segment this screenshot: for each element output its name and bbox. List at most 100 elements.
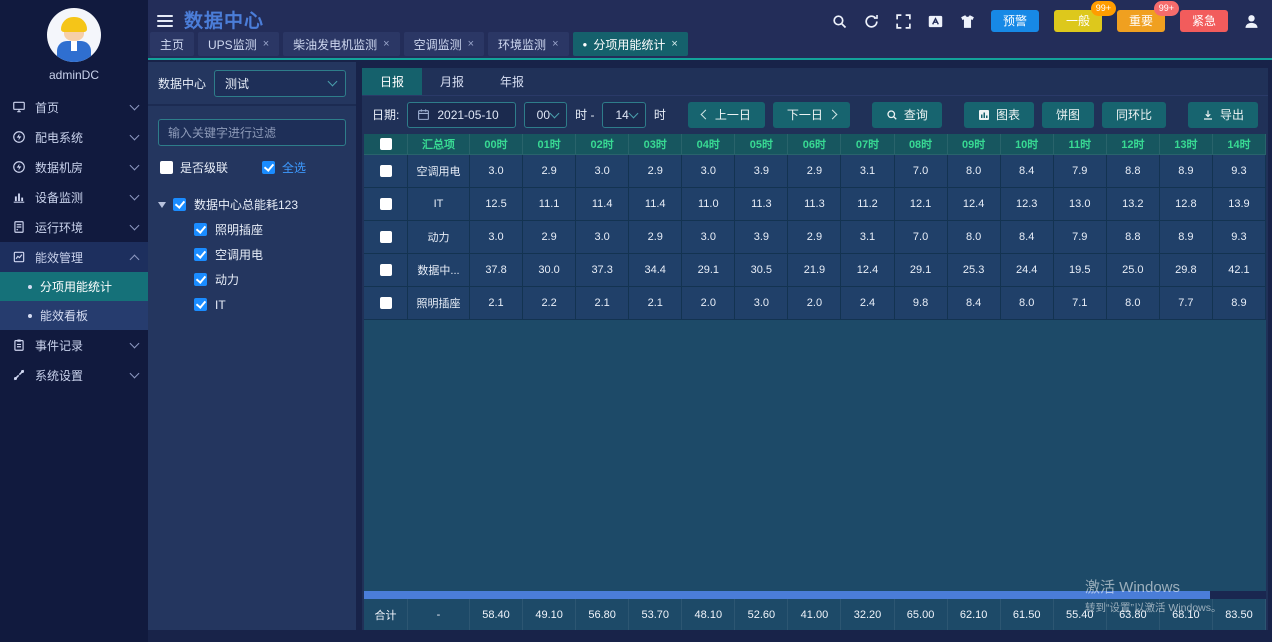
tree-node-IT[interactable]: IT xyxy=(158,292,346,317)
next-day-button[interactable]: 下一日 xyxy=(773,102,850,128)
nav-tab-柴油发电机监测[interactable]: 柴油发电机监测× xyxy=(283,32,399,56)
username: adminDC xyxy=(0,68,148,82)
report-tab-日报[interactable]: 日报 xyxy=(362,68,422,95)
search-icon xyxy=(886,109,898,121)
select-all-label[interactable]: 全选 xyxy=(282,159,306,176)
user-icon[interactable] xyxy=(1243,13,1260,30)
tree-node-checkbox[interactable] xyxy=(194,223,207,236)
tree-root-checkbox[interactable] xyxy=(173,198,186,211)
value-cell: 9.3 xyxy=(1213,155,1266,188)
value-cell: 11.4 xyxy=(576,188,629,221)
tree-node-照明插座[interactable]: 照明插座 xyxy=(158,217,346,242)
sidebar-item-配电系统[interactable]: 配电系统 xyxy=(0,122,148,152)
header-cell: 05时 xyxy=(735,134,788,155)
caret-down-icon[interactable] xyxy=(158,202,166,208)
select-all-rows-checkbox[interactable] xyxy=(380,138,392,150)
language-icon[interactable] xyxy=(927,13,944,30)
select-all-checkbox[interactable] xyxy=(262,161,275,174)
prev-day-button[interactable]: 上一日 xyxy=(688,102,765,128)
pie-button[interactable]: 饼图 xyxy=(1042,102,1094,128)
value-cell: 3.0 xyxy=(470,221,523,254)
value-cell: 3.9 xyxy=(735,155,788,188)
value-cell: 8.4 xyxy=(948,287,1001,320)
topbar: 数据中心 预警 一般 99+ 重要 99+ 紧急 主页UPS监测×柴油发 xyxy=(148,0,1272,60)
tree-root[interactable]: 数据中心总能耗123 xyxy=(158,192,346,217)
scrollbar-thumb[interactable] xyxy=(364,591,1210,599)
value-cell: 8.9 xyxy=(1160,221,1213,254)
urgent-alarm-button[interactable]: 紧急 xyxy=(1180,10,1228,32)
close-icon[interactable]: × xyxy=(263,38,269,50)
row-checkbox[interactable] xyxy=(380,231,392,243)
tree-node-checkbox[interactable] xyxy=(194,298,207,311)
general-alarm-button[interactable]: 一般 99+ xyxy=(1054,10,1102,32)
row-checkbox[interactable] xyxy=(380,264,392,276)
nav-tab-主页[interactable]: 主页 xyxy=(150,32,194,56)
sidebar-item-数据机房[interactable]: 数据机房 xyxy=(0,152,148,182)
datacenter-select[interactable]: 测试 xyxy=(214,70,346,97)
chart-button[interactable]: 图表 xyxy=(964,102,1034,128)
value-cell: 7.7 xyxy=(1160,287,1213,320)
active-dot-icon: ● xyxy=(583,40,588,49)
totals-value-cell: 41.00 xyxy=(788,599,841,630)
sidebar-item-运行环境[interactable]: 运行环境 xyxy=(0,212,148,242)
value-cell: 7.1 xyxy=(1054,287,1107,320)
chevron-up-icon xyxy=(130,254,140,264)
value-cell: 12.4 xyxy=(841,254,894,287)
report-tab-年报[interactable]: 年报 xyxy=(482,68,542,95)
calendar-icon xyxy=(417,108,430,121)
hour-to-select[interactable]: 14 xyxy=(602,102,645,128)
search-icon[interactable] xyxy=(831,13,848,30)
export-button[interactable]: 导出 xyxy=(1188,102,1258,128)
sidebar-item-系统设置[interactable]: 系统设置 xyxy=(0,360,148,390)
sidebar-item-事件记录[interactable]: 事件记录 xyxy=(0,330,148,360)
sidebar-item-首页[interactable]: 首页 xyxy=(0,92,148,122)
row-checkbox[interactable] xyxy=(380,297,392,309)
sidebar-item-能效管理[interactable]: 能效管理 xyxy=(0,242,148,272)
row-checkbox[interactable] xyxy=(380,198,392,210)
tree-node-checkbox[interactable] xyxy=(194,248,207,261)
nav-tab-空调监测[interactable]: 空调监测× xyxy=(404,32,484,56)
value-cell: 3.0 xyxy=(682,221,735,254)
sidebar-subitem-能效看板[interactable]: 能效看板 xyxy=(0,301,148,330)
datacenter-select-value: 测试 xyxy=(225,75,249,92)
refresh-icon[interactable] xyxy=(863,13,880,30)
fullscreen-icon[interactable] xyxy=(895,13,912,30)
cascade-checkbox[interactable] xyxy=(160,161,173,174)
menu-collapse-icon[interactable] xyxy=(157,15,173,27)
value-cell: 11.3 xyxy=(735,188,788,221)
bullet-icon xyxy=(28,314,32,318)
tree-node-空调用电[interactable]: 空调用电 xyxy=(158,242,346,267)
nav-tab-环境监测[interactable]: 环境监测× xyxy=(488,32,568,56)
theme-shirt-icon[interactable] xyxy=(959,13,976,30)
important-alarm-button[interactable]: 重要 99+ xyxy=(1117,10,1165,32)
tree-node-checkbox[interactable] xyxy=(194,273,207,286)
keyword-filter-input[interactable] xyxy=(158,119,346,146)
report-table: 汇总项00时01时02时03时04时05时06时07时08时09时10时11时1… xyxy=(364,134,1266,591)
nav-tab-分项用能统计[interactable]: ●分项用能统计× xyxy=(573,32,688,56)
report-tab-月报[interactable]: 月报 xyxy=(422,68,482,95)
horizontal-scrollbar[interactable] xyxy=(364,591,1266,599)
hour-from-value: 00 xyxy=(537,108,550,122)
row-name-cell: 空调用电 xyxy=(408,155,470,188)
event-icon xyxy=(12,338,26,352)
value-cell: 2.9 xyxy=(788,221,841,254)
value-cell: 9.8 xyxy=(895,287,948,320)
value-cell: 2.9 xyxy=(788,155,841,188)
compare-button[interactable]: 同环比 xyxy=(1102,102,1166,128)
close-icon[interactable]: × xyxy=(552,38,558,50)
hour-from-select[interactable]: 00 xyxy=(524,102,567,128)
user-avatar[interactable] xyxy=(47,8,101,62)
close-icon[interactable]: × xyxy=(383,38,389,50)
value-cell: 2.9 xyxy=(523,221,576,254)
nav-tab-UPS监测[interactable]: UPS监测× xyxy=(198,32,279,56)
tree-node-label: 动力 xyxy=(215,271,239,288)
tree-node-动力[interactable]: 动力 xyxy=(158,267,346,292)
close-icon[interactable]: × xyxy=(468,38,474,50)
warning-button[interactable]: 预警 xyxy=(991,10,1039,32)
row-checkbox[interactable] xyxy=(380,165,392,177)
sidebar-item-设备监测[interactable]: 设备监测 xyxy=(0,182,148,212)
query-button[interactable]: 查询 xyxy=(872,102,942,128)
sidebar-subitem-分项用能统计[interactable]: 分项用能统计 xyxy=(0,272,148,301)
date-picker[interactable]: 2021-05-10 xyxy=(407,102,515,128)
close-icon[interactable]: × xyxy=(671,38,677,50)
